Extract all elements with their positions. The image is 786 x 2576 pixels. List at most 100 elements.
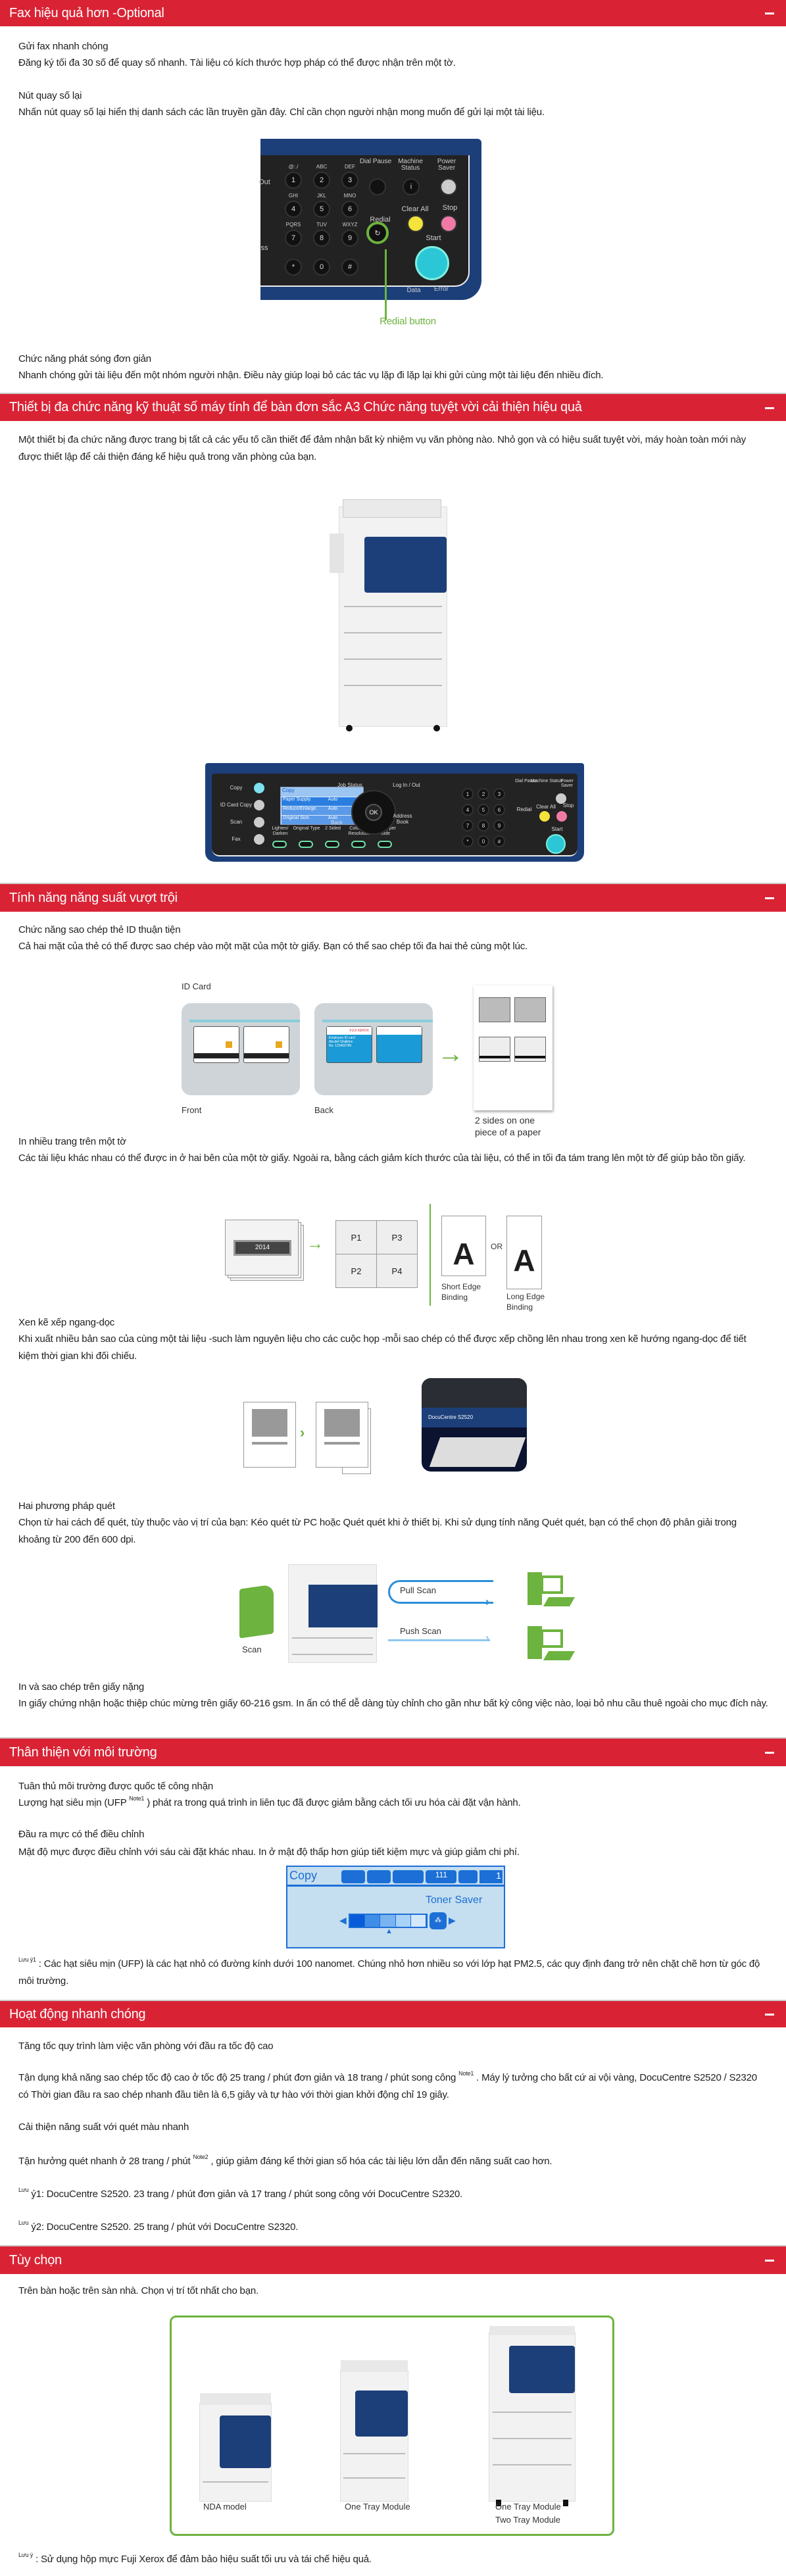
section-title: Fax hiệu quả hơn -Optional — [9, 5, 164, 20]
image-detail — [430, 1204, 431, 1306]
option-label: One Tray Module — [495, 2502, 561, 2512]
toner-saver-icon: ⁂ — [430, 1912, 447, 1929]
mode-button — [254, 783, 264, 793]
feature-desc: Chọn từ hai cách để quét, tùy thuộc vào … — [18, 1517, 737, 1545]
image-detail — [407, 215, 424, 232]
image-detail: Lượng hạt siêu mịn (UFP — [18, 1797, 130, 1808]
keypad-key: 7 — [462, 820, 474, 831]
lcd-label: Original Size. — [283, 816, 310, 820]
computer-icon — [528, 1572, 576, 1608]
image-detail — [563, 2500, 568, 2506]
key-letters: @:./ — [288, 164, 299, 170]
keypad-key: 9 — [493, 820, 505, 831]
image-detail — [189, 1020, 300, 1022]
image-detail — [393, 1870, 424, 1883]
section-header-eco[interactable]: Thân thiện với môi trường — [0, 1737, 786, 1766]
image-detail — [343, 499, 441, 518]
image-detail: i — [403, 178, 420, 195]
section-title: Tính năng năng suất vượt trội — [9, 890, 178, 905]
minus-icon[interactable] — [765, 2260, 774, 2262]
feature-title: Nút quay số lại — [18, 90, 82, 101]
section-header-productivity[interactable]: Tính năng năng suất vượt trội — [0, 883, 786, 912]
minus-icon[interactable] — [765, 897, 774, 899]
image-detail: › — [485, 1595, 489, 1608]
image-detail: Pull Scan — [400, 1585, 436, 1595]
image-detail: 1 — [479, 1870, 503, 1883]
function-button — [272, 841, 287, 848]
image-detail — [252, 1442, 287, 1445]
redial-callout: Redial button — [380, 316, 436, 327]
image-detail — [367, 1870, 391, 1883]
image-detail — [276, 1041, 282, 1048]
image-detail: DocuCentre S2520 — [422, 1378, 527, 1472]
image-detail — [541, 1575, 563, 1594]
section-header-a3-mfp[interactable]: Thiết bị đa chức năng kỹ thuật số máy tí… — [0, 393, 786, 421]
keypad-key: 8 — [478, 820, 489, 831]
image-detail — [194, 1053, 239, 1058]
control-panel-image: Copy ID Card Copy Scan Fax Copy Paper Suppl… — [205, 763, 584, 862]
image-detail: Lưu ý1 — [18, 1956, 36, 1963]
keypad-key: 0 — [313, 259, 330, 276]
image-detail — [493, 2412, 572, 2413]
image-detail: › — [485, 1631, 489, 1645]
image-detail: Dial Pause — [359, 158, 392, 165]
toner-density-bar — [349, 1914, 428, 1928]
keypad-key: # — [493, 835, 505, 847]
two-tray-module-image — [489, 2326, 576, 2506]
image-detail: Stop — [562, 803, 574, 808]
image-detail — [226, 1041, 232, 1048]
image-detail: Error — [433, 285, 449, 293]
image-detail: ss — [260, 244, 268, 252]
keypad-key: 1 — [285, 172, 302, 189]
image-detail: Tận hưởng quét nhanh ở 28 trang / phút — [18, 2156, 193, 2167]
image-detail — [479, 1056, 510, 1058]
image-detail — [458, 1870, 478, 1883]
image-detail — [324, 1442, 360, 1445]
image-detail: ý2: DocuCentre S2520. 25 trang / phút vớ… — [28, 2221, 299, 2233]
lcd-label: Paper Supply. — [283, 797, 312, 802]
image-detail — [493, 2438, 572, 2439]
image-detail — [243, 1026, 289, 1063]
image-detail: DocuCentre S2520 — [422, 1408, 527, 1427]
image-detail — [556, 811, 567, 822]
minus-icon[interactable] — [765, 407, 774, 409]
keypad-key: * — [285, 259, 302, 276]
image-detail — [543, 1597, 576, 1606]
feature-title: In và sao chép trên giấy nặng — [18, 1681, 145, 1693]
section-header-fast[interactable]: Hoạt động nhanh chóng — [0, 2000, 786, 2027]
image-detail — [377, 1027, 422, 1035]
mode-button — [254, 817, 264, 828]
image-detail: 111 1 — [341, 1870, 503, 1883]
function-button — [325, 841, 339, 848]
image-detail — [415, 246, 449, 280]
image-detail: ▲ — [385, 1927, 393, 1935]
section-header-fax[interactable]: Fax hiệu quả hơn -Optional — [0, 0, 786, 26]
minus-icon[interactable] — [765, 12, 774, 14]
page-thumb: P3 — [377, 1221, 417, 1254]
key-letters: JKL — [317, 193, 326, 199]
keypad-key: * — [462, 835, 474, 847]
feature-title: Chức năng phát sóng đơn giản — [18, 353, 151, 364]
option-label: NDA model — [203, 2502, 247, 2512]
image-detail: Lưu — [18, 2187, 29, 2193]
image-detail: A — [441, 1216, 486, 1276]
keypad-key: 0 — [478, 835, 489, 847]
computer-icon — [528, 1626, 576, 1662]
image-detail: FUJI XEROX — [327, 1027, 372, 1035]
keypad-key: 5 — [313, 201, 330, 218]
section-desc: Trên bàn hoặc trên sàn nhà. Chọn vị trí … — [18, 2285, 258, 2296]
feature-title: Cải thiện năng suất với quét màu nhanh — [18, 2121, 189, 2133]
image-detail — [479, 1037, 510, 1062]
section-header-options[interactable]: Tùy chọn — [0, 2245, 786, 2274]
image-detail — [316, 1402, 368, 1468]
arrow-right-icon: → — [437, 1039, 464, 1068]
image-detail — [369, 178, 386, 195]
offset-stacking-diagram: › DocuCentre S2520 — [235, 1377, 531, 1475]
minus-icon[interactable] — [765, 2014, 774, 2016]
keypad-key: 3 — [493, 788, 505, 800]
minus-icon[interactable] — [765, 1752, 774, 1754]
image-detail — [388, 1639, 490, 1641]
image-detail — [252, 1409, 287, 1437]
image-detail: Job Status — [337, 782, 362, 788]
image-detail — [489, 2326, 575, 2335]
